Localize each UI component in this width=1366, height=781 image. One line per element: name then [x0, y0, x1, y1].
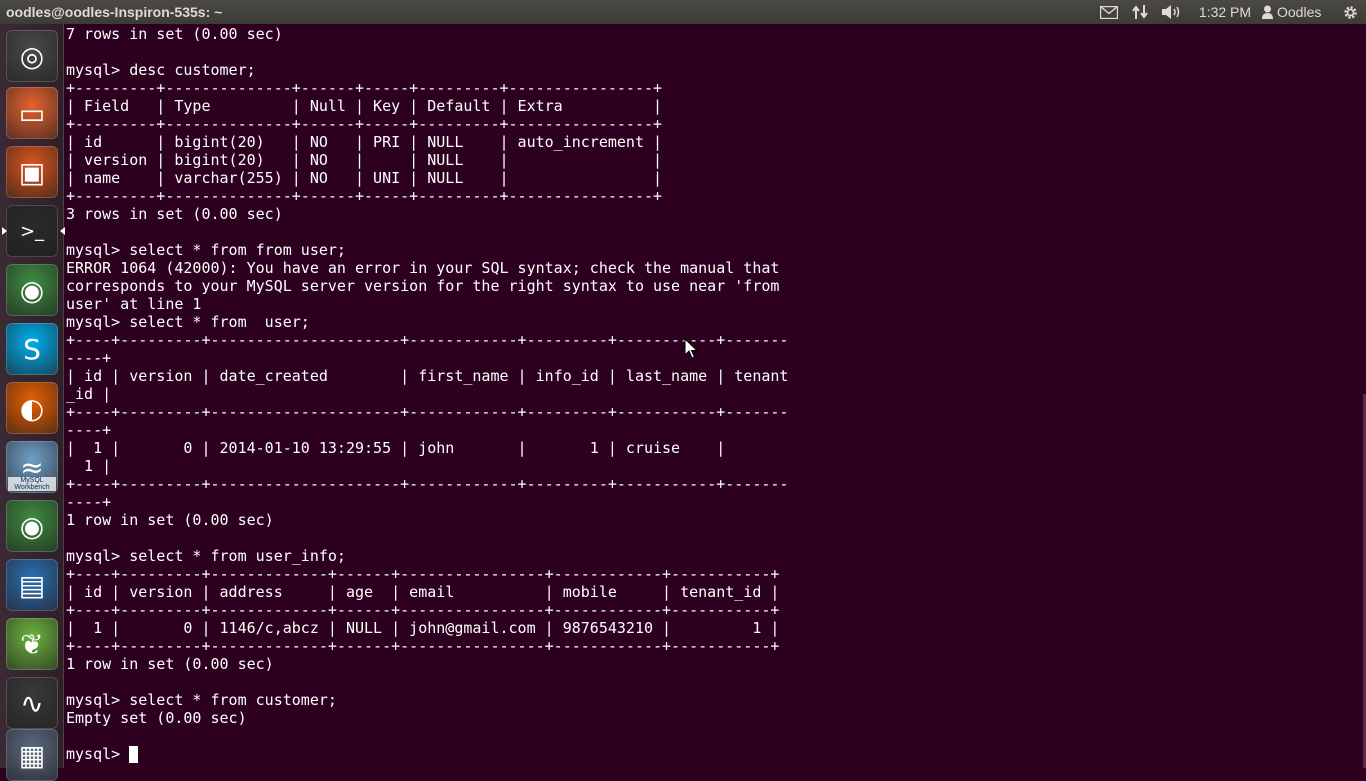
shopping-bag-icon: ▣	[18, 155, 46, 189]
ubuntu-logo-icon: ◎	[19, 39, 45, 73]
user-name: Oodles	[1277, 4, 1322, 20]
chrome-icon: ◉	[19, 273, 45, 307]
launcher: ◎ ▭ ▣ >_ ◉ S ◐ ≈ MySQL Workbench ◉ ▤ ❦ ∿ ▦	[0, 24, 65, 781]
terminal-line: corresponds to your MySQL server version…	[66, 277, 780, 295]
launcher-item-software-center[interactable]: ▣	[6, 146, 58, 198]
terminal-line: ----+	[66, 349, 112, 367]
launcher-item-firefox[interactable]: ◐	[6, 382, 58, 434]
terminal-line: 7 rows in set (0.00 sec)	[66, 25, 283, 43]
network-arrows-icon[interactable]	[1130, 0, 1150, 24]
terminal-line: +----+---------+---------------------+--…	[66, 475, 789, 493]
leaf-icon: ❦	[20, 627, 44, 661]
system-monitor-icon: ∿	[20, 686, 44, 720]
terminal-cursor	[129, 746, 138, 763]
terminal-line: mysql> select * from from user;	[66, 241, 346, 259]
terminal-line: ERROR 1064 (42000): You have an error in…	[66, 259, 780, 277]
terminal-window[interactable]: 7 rows in set (0.00 sec) mysql> desc cus…	[64, 24, 1366, 768]
terminal-line: mysql> select * from user_info;	[66, 547, 346, 565]
terminal-line: | id | version | date_created | first_na…	[66, 367, 789, 385]
terminal-line: +---------+--------------+------+-----+-…	[66, 115, 663, 133]
folder-icon: ▭	[18, 96, 46, 130]
document-icon: ▤	[18, 568, 46, 602]
terminal-line: | id | version | address | age | email |…	[66, 583, 780, 601]
terminal-line: ----+	[66, 421, 112, 439]
clock[interactable]: 1:32 PM	[1198, 0, 1252, 24]
terminal-line: +----+---------+-------------+------+---…	[66, 601, 780, 619]
terminal-line: +----+---------+---------------------+--…	[66, 403, 789, 421]
terminal-line: user' at line 1	[66, 295, 202, 313]
terminal-line: _id |	[66, 385, 112, 403]
terminal-icon: >_	[19, 220, 45, 242]
launcher-item-mysql-workbench[interactable]: ≈ MySQL Workbench	[6, 441, 58, 493]
launcher-item-files[interactable]: ▭	[6, 87, 58, 139]
terminal-line: +----+---------+---------------------+--…	[66, 331, 789, 349]
launcher-item-dash-home[interactable]: ◎	[6, 30, 58, 82]
terminal-prompt: mysql>	[66, 745, 130, 763]
terminal-line: mysql> desc customer;	[66, 61, 256, 79]
terminal-line: | id | bigint(20) | NO | PRI | NULL | au…	[66, 133, 663, 151]
chrome-icon: ◉	[19, 509, 45, 543]
terminal-line: +----+---------+-------------+------+---…	[66, 637, 780, 655]
terminal-line: | version | bigint(20) | NO | | NULL | |	[66, 151, 663, 169]
terminal-line: +---------+--------------+------+-----+-…	[66, 79, 663, 97]
terminal-line: mysql> select * from customer;	[66, 691, 337, 709]
terminal-line: Empty set (0.00 sec)	[66, 709, 247, 727]
terminal-line: mysql> select * from user;	[66, 313, 310, 331]
terminal-line: +---------+--------------+------+-----+-…	[66, 187, 663, 205]
launcher-item-chrome-2[interactable]: ◉	[6, 500, 58, 552]
terminal-line: 3 rows in set (0.00 sec)	[66, 205, 283, 223]
terminal-line: 1 |	[66, 457, 112, 475]
launcher-item-spring-tool-suite[interactable]: ❦	[6, 618, 58, 670]
launcher-item-caption: MySQL Workbench	[8, 477, 56, 491]
terminal-output: 7 rows in set (0.00 sec) mysql> desc cus…	[66, 25, 788, 763]
terminal-line: +----+---------+-------------+------+---…	[66, 565, 780, 583]
launcher-item-libreoffice-writer[interactable]: ▤	[6, 559, 58, 611]
terminal-line: 1 row in set (0.00 sec)	[66, 655, 274, 673]
focus-indicator	[60, 227, 65, 235]
mail-icon[interactable]	[1098, 0, 1120, 24]
user-icon	[1262, 5, 1273, 19]
mouse-pointer-icon	[684, 338, 698, 359]
volume-icon[interactable]	[1160, 0, 1184, 24]
terminal-line: ----+	[66, 493, 112, 511]
top-panel: oodles@oodles-Inspiron-535s: ~ 1:32 PM O…	[0, 0, 1366, 24]
terminal-line: | name | varchar(255) | NO | UNI | NULL …	[66, 169, 663, 187]
launcher-item-terminal[interactable]: >_	[2, 205, 65, 257]
terminal-line: | Field | Type | Null | Key | Default | …	[66, 97, 663, 115]
settings-gear-icon[interactable]	[1340, 0, 1360, 24]
launcher-item-chrome[interactable]: ◉	[6, 264, 58, 316]
skype-icon: S	[23, 332, 41, 366]
window-title: oodles@oodles-Inspiron-535s: ~	[6, 4, 223, 20]
running-indicator	[2, 227, 7, 235]
launcher-item-workspace-switcher[interactable]: ▦	[6, 729, 58, 781]
terminal-line: 1 row in set (0.00 sec)	[66, 511, 274, 529]
terminal-line: | 1 | 0 | 2014-01-10 13:29:55 | john | 1…	[66, 439, 726, 457]
launcher-item-system-monitor[interactable]: ∿	[6, 677, 58, 729]
firefox-icon: ◐	[19, 391, 45, 425]
user-menu[interactable]: Oodles	[1262, 0, 1332, 24]
terminal-line: | 1 | 0 | 1146/c,abcz | NULL | john@gmai…	[66, 619, 780, 637]
workspace-icon: ▦	[18, 738, 46, 772]
launcher-item-skype[interactable]: S	[6, 323, 58, 375]
